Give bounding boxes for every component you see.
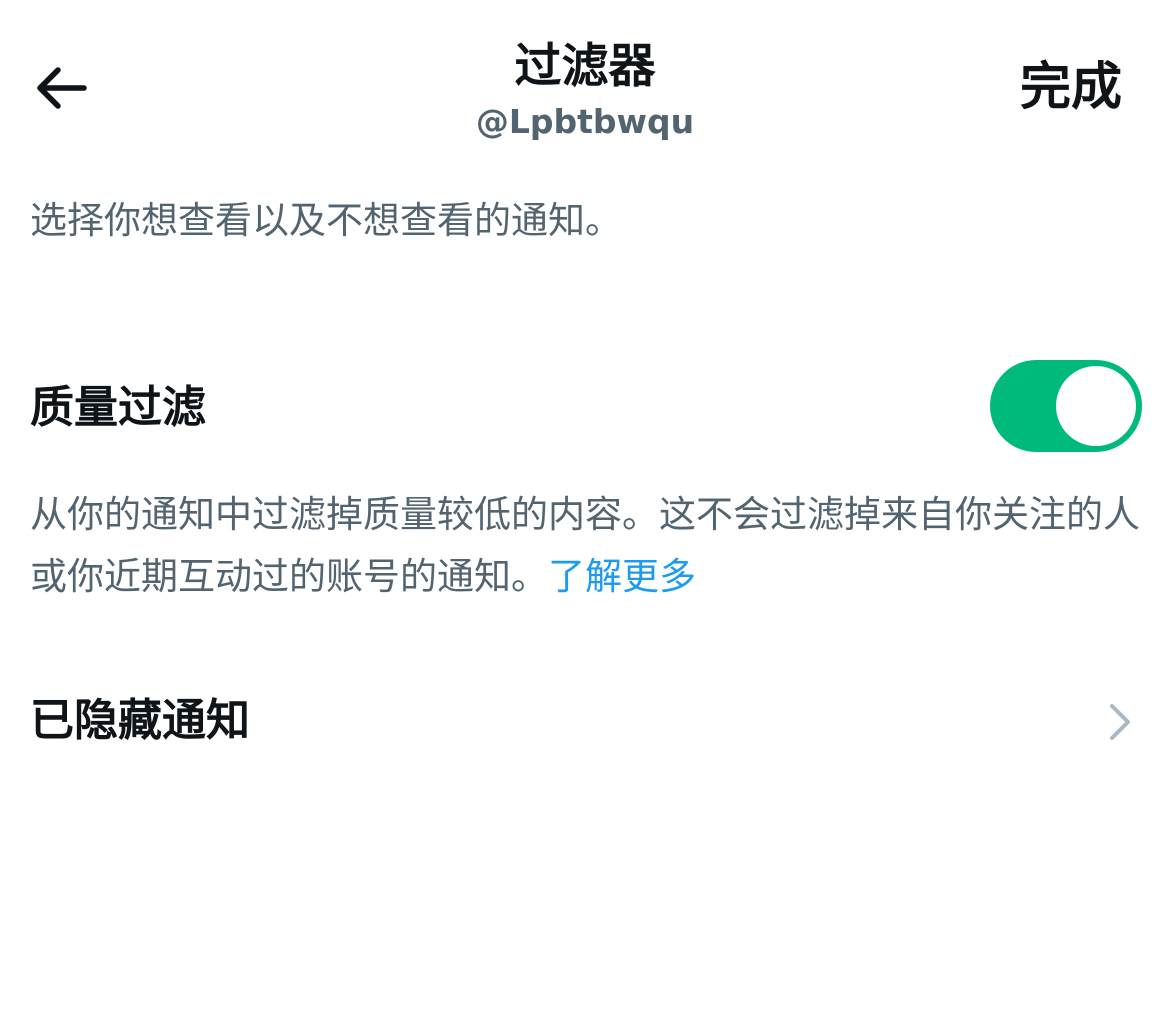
learn-more-link[interactable]: 了解更多 <box>548 555 696 598</box>
back-button[interactable] <box>22 50 98 126</box>
title-block: 过滤器 @Lpbtbwqu <box>385 36 785 144</box>
arrow-left-icon <box>37 67 87 109</box>
toggle-knob <box>1056 366 1136 446</box>
intro-text: 选择你想查看以及不想查看的通知。 <box>30 199 622 242</box>
quality-filter-label: 质量过滤 <box>30 382 206 433</box>
quality-filter-toggle[interactable] <box>990 360 1142 452</box>
hidden-notifications-row[interactable]: 已隐藏通知 <box>0 676 1170 772</box>
quality-filter-row: 质量过滤 <box>0 356 1170 460</box>
account-handle: @Lpbtbwqu <box>475 102 695 141</box>
hidden-notifications-label: 已隐藏通知 <box>30 695 250 746</box>
quality-filter-description: 从你的通知中过滤掉质量较低的内容。这不会过滤掉来自你关注的人或你近期互动过的账号… <box>30 484 1140 608</box>
page-title: 过滤器 <box>514 39 656 94</box>
done-button[interactable]: 完成 <box>1020 56 1122 120</box>
chevron-right-icon <box>1110 704 1130 740</box>
top-bar: 过滤器 @Lpbtbwqu 完成 <box>0 0 1170 160</box>
